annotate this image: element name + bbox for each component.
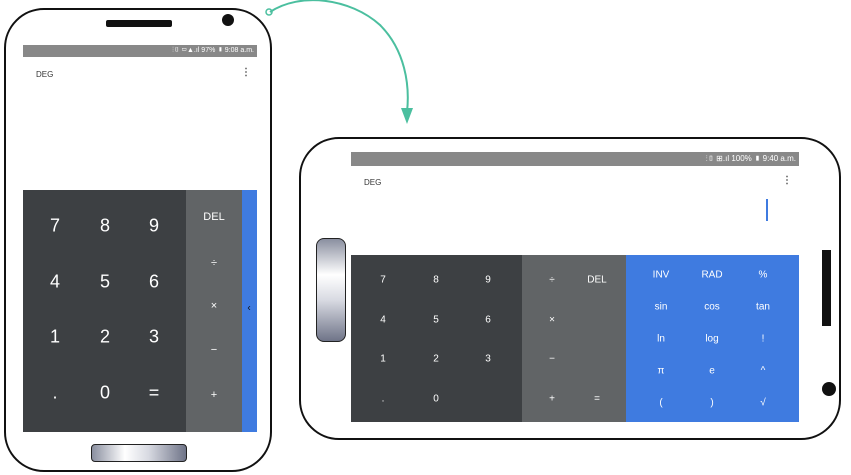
digit-keypad: 7 8 9 4 5 6 1 2 3 . 0	[351, 255, 522, 422]
key-multiply[interactable]: ×	[211, 300, 217, 312]
overflow-menu-icon[interactable]: ⋮	[782, 175, 792, 186]
key-add[interactable]: +	[549, 394, 555, 405]
key-0[interactable]: 0	[100, 383, 110, 404]
advanced-keypad: INV RAD % sin cos tan ln log ! π e ^ ( )…	[626, 255, 799, 422]
key-6[interactable]: 6	[485, 315, 491, 326]
front-camera	[222, 14, 234, 26]
status-bar: ⫶▯ ▭▲.ıl 97% ▮ 9:08 a.m.	[23, 45, 257, 57]
key-cos[interactable]: cos	[704, 302, 720, 313]
mode-indicator: DEG	[364, 178, 382, 187]
calculator-screen-landscape: ⫶▯ ⊞.ıl 100% ▮ 9:40 a.m. DEG ⋮ 7 8 9 4 5…	[351, 152, 799, 422]
key-tan[interactable]: tan	[756, 302, 770, 313]
key-5[interactable]: 5	[100, 272, 110, 293]
key-sin[interactable]: sin	[655, 302, 668, 313]
key-add[interactable]: +	[211, 389, 217, 401]
key-8[interactable]: 8	[100, 216, 110, 237]
operator-keypad: ÷ DEL × − + =	[522, 255, 626, 422]
key-6[interactable]: 6	[149, 272, 159, 293]
mode-indicator: DEG	[36, 70, 54, 79]
front-camera-landscape	[822, 382, 836, 396]
key-delete[interactable]: DEL	[587, 275, 606, 286]
key-power[interactable]: ^	[761, 366, 766, 377]
key-9[interactable]: 9	[485, 275, 491, 286]
key-subtract[interactable]: −	[549, 354, 555, 365]
key-multiply[interactable]: ×	[549, 315, 555, 326]
key-divide[interactable]: ÷	[549, 275, 555, 286]
key-1[interactable]: 1	[380, 354, 386, 365]
key-7[interactable]: 7	[380, 275, 386, 286]
key-percent[interactable]: %	[759, 270, 768, 281]
earpiece-speaker-landscape	[822, 250, 831, 326]
key-3[interactable]: 3	[485, 354, 491, 365]
key-inverse[interactable]: INV	[653, 270, 670, 281]
key-subtract[interactable]: −	[211, 344, 217, 356]
key-sqrt[interactable]: √	[760, 398, 766, 409]
chevron-left-icon: ‹	[247, 302, 251, 314]
key-2[interactable]: 2	[433, 354, 439, 365]
key-open-paren[interactable]: (	[659, 398, 662, 409]
key-1[interactable]: 1	[50, 327, 60, 348]
key-2[interactable]: 2	[100, 327, 110, 348]
key-pi[interactable]: π	[658, 366, 665, 377]
key-factorial[interactable]: !	[762, 334, 765, 345]
operator-keypad: DEL ÷ × − +	[186, 190, 242, 432]
key-decimal[interactable]: .	[382, 394, 385, 405]
key-0[interactable]: 0	[433, 394, 439, 405]
key-9[interactable]: 9	[149, 216, 159, 237]
key-4[interactable]: 4	[380, 315, 386, 326]
calculator-screen-portrait: ⫶▯ ▭▲.ıl 97% ▮ 9:08 a.m. DEG ⋮ 7 8 9 4 5…	[23, 45, 257, 432]
key-ln[interactable]: ln	[657, 334, 665, 345]
key-4[interactable]: 4	[50, 272, 60, 293]
key-e[interactable]: e	[709, 366, 715, 377]
key-8[interactable]: 8	[433, 275, 439, 286]
key-divide[interactable]: ÷	[211, 257, 217, 269]
home-button-landscape[interactable]	[316, 238, 346, 342]
key-decimal[interactable]: .	[52, 383, 57, 404]
key-rad[interactable]: RAD	[701, 270, 722, 281]
key-delete[interactable]: DEL	[203, 211, 224, 223]
key-5[interactable]: 5	[433, 315, 439, 326]
home-button[interactable]	[91, 444, 187, 462]
key-3[interactable]: 3	[149, 327, 159, 348]
text-cursor	[766, 199, 768, 221]
earpiece-speaker	[106, 20, 172, 27]
advanced-panel-tab[interactable]: ‹	[242, 190, 257, 432]
key-close-paren[interactable]: )	[710, 398, 713, 409]
status-bar: ⫶▯ ⊞.ıl 100% ▮ 9:40 a.m.	[351, 152, 799, 166]
digit-keypad: 7 8 9 4 5 6 1 2 3 . 0 =	[23, 190, 186, 432]
key-equals[interactable]: =	[594, 394, 600, 405]
overflow-menu-icon[interactable]: ⋮	[241, 67, 251, 78]
key-log[interactable]: log	[705, 334, 718, 345]
key-7[interactable]: 7	[50, 216, 60, 237]
key-equals[interactable]: =	[149, 383, 160, 404]
